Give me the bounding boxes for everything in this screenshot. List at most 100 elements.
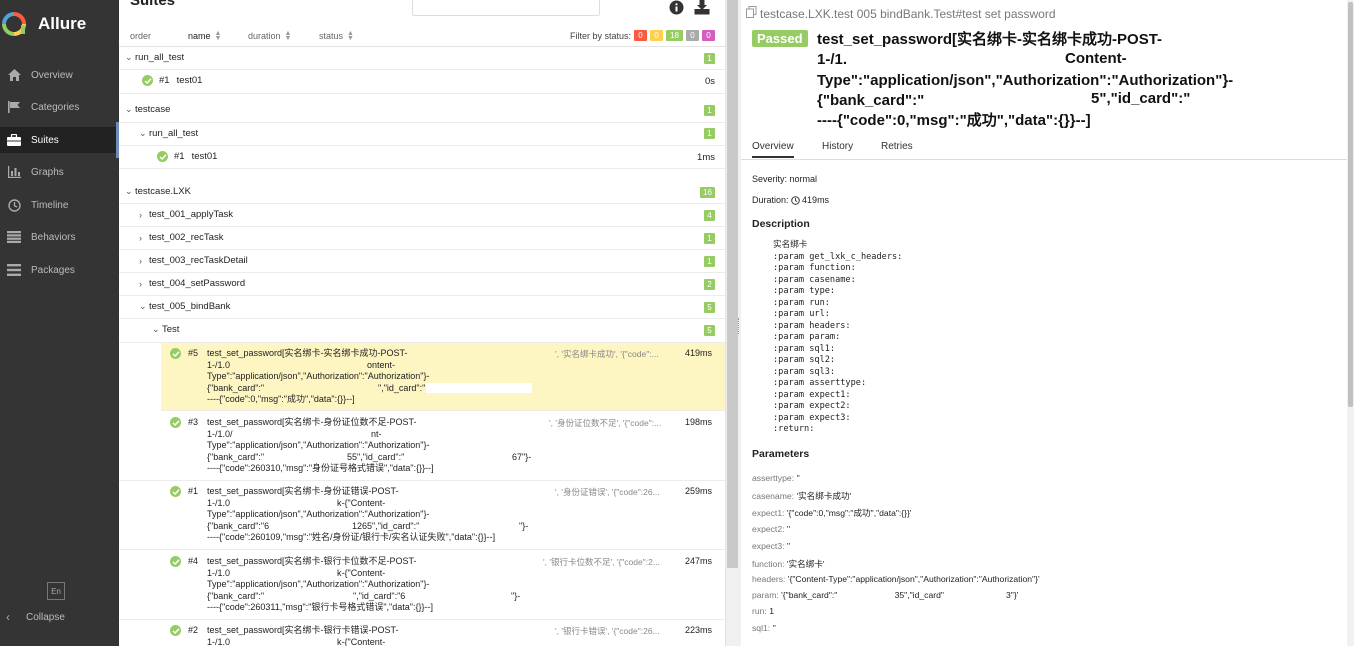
test-name-line: Type":"application/json","Authorization"… (207, 579, 430, 590)
filter-broken-badge[interactable]: 0 (650, 30, 663, 41)
filter-skipped-badge[interactable]: 0 (686, 30, 699, 41)
info-icon[interactable] (669, 0, 685, 16)
sidebar-item-timeline[interactable]: Timeline (0, 192, 119, 218)
count-badge: 1 (704, 233, 715, 244)
collapse-button[interactable]: ‹ Collapse (6, 610, 65, 624)
sort-icon: ▲ ▼ (347, 30, 354, 42)
tab-history[interactable]: History (822, 141, 853, 152)
test-title-line: Type":"application/json","Authorization"… (817, 71, 1234, 89)
test-name-line: test_set_password[实名绑卡-银行卡错误-POST- (207, 625, 399, 635)
logo[interactable]: Allure (2, 10, 86, 38)
parameter-value: '{"bank_card":" 35","id_card" 3"}' (781, 590, 1019, 600)
group-name: testcase.LXK (135, 186, 191, 197)
suite-subgroup-test[interactable]: ⌄ Test 5 (119, 319, 725, 343)
filter-unknown-badge[interactable]: 0 (702, 30, 715, 41)
passed-check-icon (170, 348, 181, 359)
suite-group-testcase-lxk[interactable]: ⌄ testcase.LXK 16 (119, 181, 725, 204)
group-name: run_all_test (149, 128, 199, 139)
parameter-value: '' (786, 524, 791, 534)
clock-icon (791, 195, 800, 205)
bar-chart-icon (6, 164, 22, 180)
list-icon (6, 229, 22, 245)
suite-subgroup-run-all-test[interactable]: ⌄ run_all_test 1 (119, 123, 725, 146)
test-name-line: test_set_password[实名绑卡-身份证位数不足-POST- (207, 417, 417, 427)
test-name-line: 1-/1.0/ (207, 428, 233, 439)
test-name-line: Type":"application/json","Authorization"… (207, 371, 430, 382)
suite-group-testcase[interactable]: ⌄ testcase 1 (119, 99, 725, 123)
chevron-right-icon: › (139, 232, 142, 243)
sidebar-item-suites[interactable]: Suites (0, 122, 119, 158)
parameter-key: param: (752, 590, 779, 600)
test-name-fragment: 55","id_card":" (347, 451, 405, 462)
chevron-down-icon: ⌄ (139, 128, 147, 138)
details-scrollbar-thumb[interactable] (1348, 2, 1353, 407)
language-button[interactable]: En (47, 582, 65, 600)
test-row[interactable]: #2 test_set_password[实名绑卡-银行卡错误-POST- 1-… (119, 620, 725, 646)
test-name-fragment: 1265","id_card":" (352, 520, 420, 531)
test-name-line: 1-/1.0 (207, 567, 231, 578)
suite-group-run-all-test[interactable]: ⌄ run_all_test 1 (119, 47, 725, 70)
suite-subgroup-rectaskdetail[interactable]: › test_003_recTaskDetail 1 (119, 250, 725, 273)
chevron-down-icon: ⌄ (125, 186, 133, 196)
test-name-line: test_set_password[实名绑卡-身份证错误-POST- (207, 486, 399, 496)
tab-overview[interactable]: Overview (752, 141, 794, 158)
parameter-key: run: (752, 606, 767, 616)
suite-subgroup-bindbank[interactable]: ⌄ test_005_bindBank 5 (119, 296, 725, 319)
status-filter: Filter by status: 0 0 18 0 0 (570, 30, 715, 41)
test-row[interactable]: #1 test_set_password[实名绑卡-身份证错误-POST- 1-… (119, 481, 725, 550)
status-column-header[interactable]: status ▲ ▼ (319, 30, 354, 42)
test-row[interactable]: #1 test01 1ms (119, 146, 725, 169)
test-name: test_set_password[实名绑卡-银行卡位数不足-POST- 1-/… (207, 556, 433, 614)
page-title: Suites (130, 0, 176, 9)
download-icon[interactable] (694, 0, 710, 16)
test-name: test_set_password[实名绑卡-实名绑卡成功-POST- 1-/1… (207, 348, 430, 406)
parameter-key: casename: (752, 491, 795, 501)
details-scrollbar[interactable] (1347, 0, 1354, 646)
sidebar-item-categories[interactable]: Categories (0, 94, 119, 120)
group-name: testcase (135, 104, 171, 115)
suite-subgroup-applytask[interactable]: › test_001_applyTask 4 (119, 204, 725, 227)
test-name-fragment: 67"}- (512, 451, 532, 462)
clock-icon (6, 197, 22, 213)
count-badge: 16 (700, 187, 715, 198)
parameter-key: expect2: (752, 524, 785, 534)
test-name-fragment: k-{"Content- (337, 497, 386, 508)
parameter-key: sql1: (752, 623, 771, 633)
sidebar-item-overview[interactable]: Overview (0, 62, 119, 88)
parameter-row: expect1: '{"code":0,"msg":"成功","data":{}… (752, 507, 912, 519)
test-row[interactable]: #4 test_set_password[实名绑卡-银行卡位数不足-POST- … (119, 550, 725, 620)
redacted-block (426, 383, 532, 393)
passed-check-icon (142, 75, 153, 86)
passed-check-icon (170, 417, 181, 428)
test-row[interactable]: #1 test01 0s (119, 70, 725, 94)
suite-subgroup-setpassword[interactable]: › test_004_setPassword 2 (119, 273, 725, 296)
sidebar-item-label: Graphs (31, 166, 64, 178)
pane-splitter[interactable] (725, 0, 743, 646)
suites-scrollbar-thumb[interactable] (727, 0, 738, 568)
chevron-down-icon: ⌄ (125, 104, 133, 114)
parameter-value: '实名绑卡成功' (796, 491, 852, 501)
tab-retries[interactable]: Retries (881, 141, 913, 152)
test-title-line: ----{"code":0,"msg":"成功","data":{}}--] (817, 112, 1091, 130)
parameter-value: '{"code":0,"msg":"成功","data":{}}' (786, 508, 912, 518)
test-name-fragment: ","id_card":"6 (353, 590, 406, 601)
sidebar-item-behaviors[interactable]: Behaviors (0, 224, 119, 250)
duration-column-header[interactable]: duration ▲ ▼ (248, 30, 291, 42)
passed-check-icon (170, 486, 181, 497)
filter-failed-badge[interactable]: 0 (634, 30, 647, 41)
test-name-fragment: "}- (511, 590, 521, 601)
description-heading: Description (752, 218, 810, 230)
test-row[interactable]: #3 test_set_password[实名绑卡-身份证位数不足-POST- … (119, 411, 725, 481)
search-input[interactable] (412, 0, 600, 16)
copy-icon[interactable] (746, 6, 757, 21)
name-column-header[interactable]: name ▲ ▼ (188, 30, 221, 42)
order-column-header[interactable]: order (130, 31, 151, 41)
sidebar-item-packages[interactable]: Packages (0, 257, 119, 283)
sidebar-item-graphs[interactable]: Graphs (0, 159, 119, 185)
test-row-selected[interactable]: #5 test_set_password[实名绑卡-实名绑卡成功-POST- 1… (161, 343, 725, 411)
filter-passed-badge[interactable]: 18 (666, 30, 683, 41)
sidebar: Allure Overview Categories Suites Graphs… (0, 0, 119, 646)
passed-check-icon (170, 556, 181, 567)
suite-subgroup-rectask[interactable]: › test_002_recTask 1 (119, 227, 725, 250)
test-duration: 0s (704, 76, 715, 87)
